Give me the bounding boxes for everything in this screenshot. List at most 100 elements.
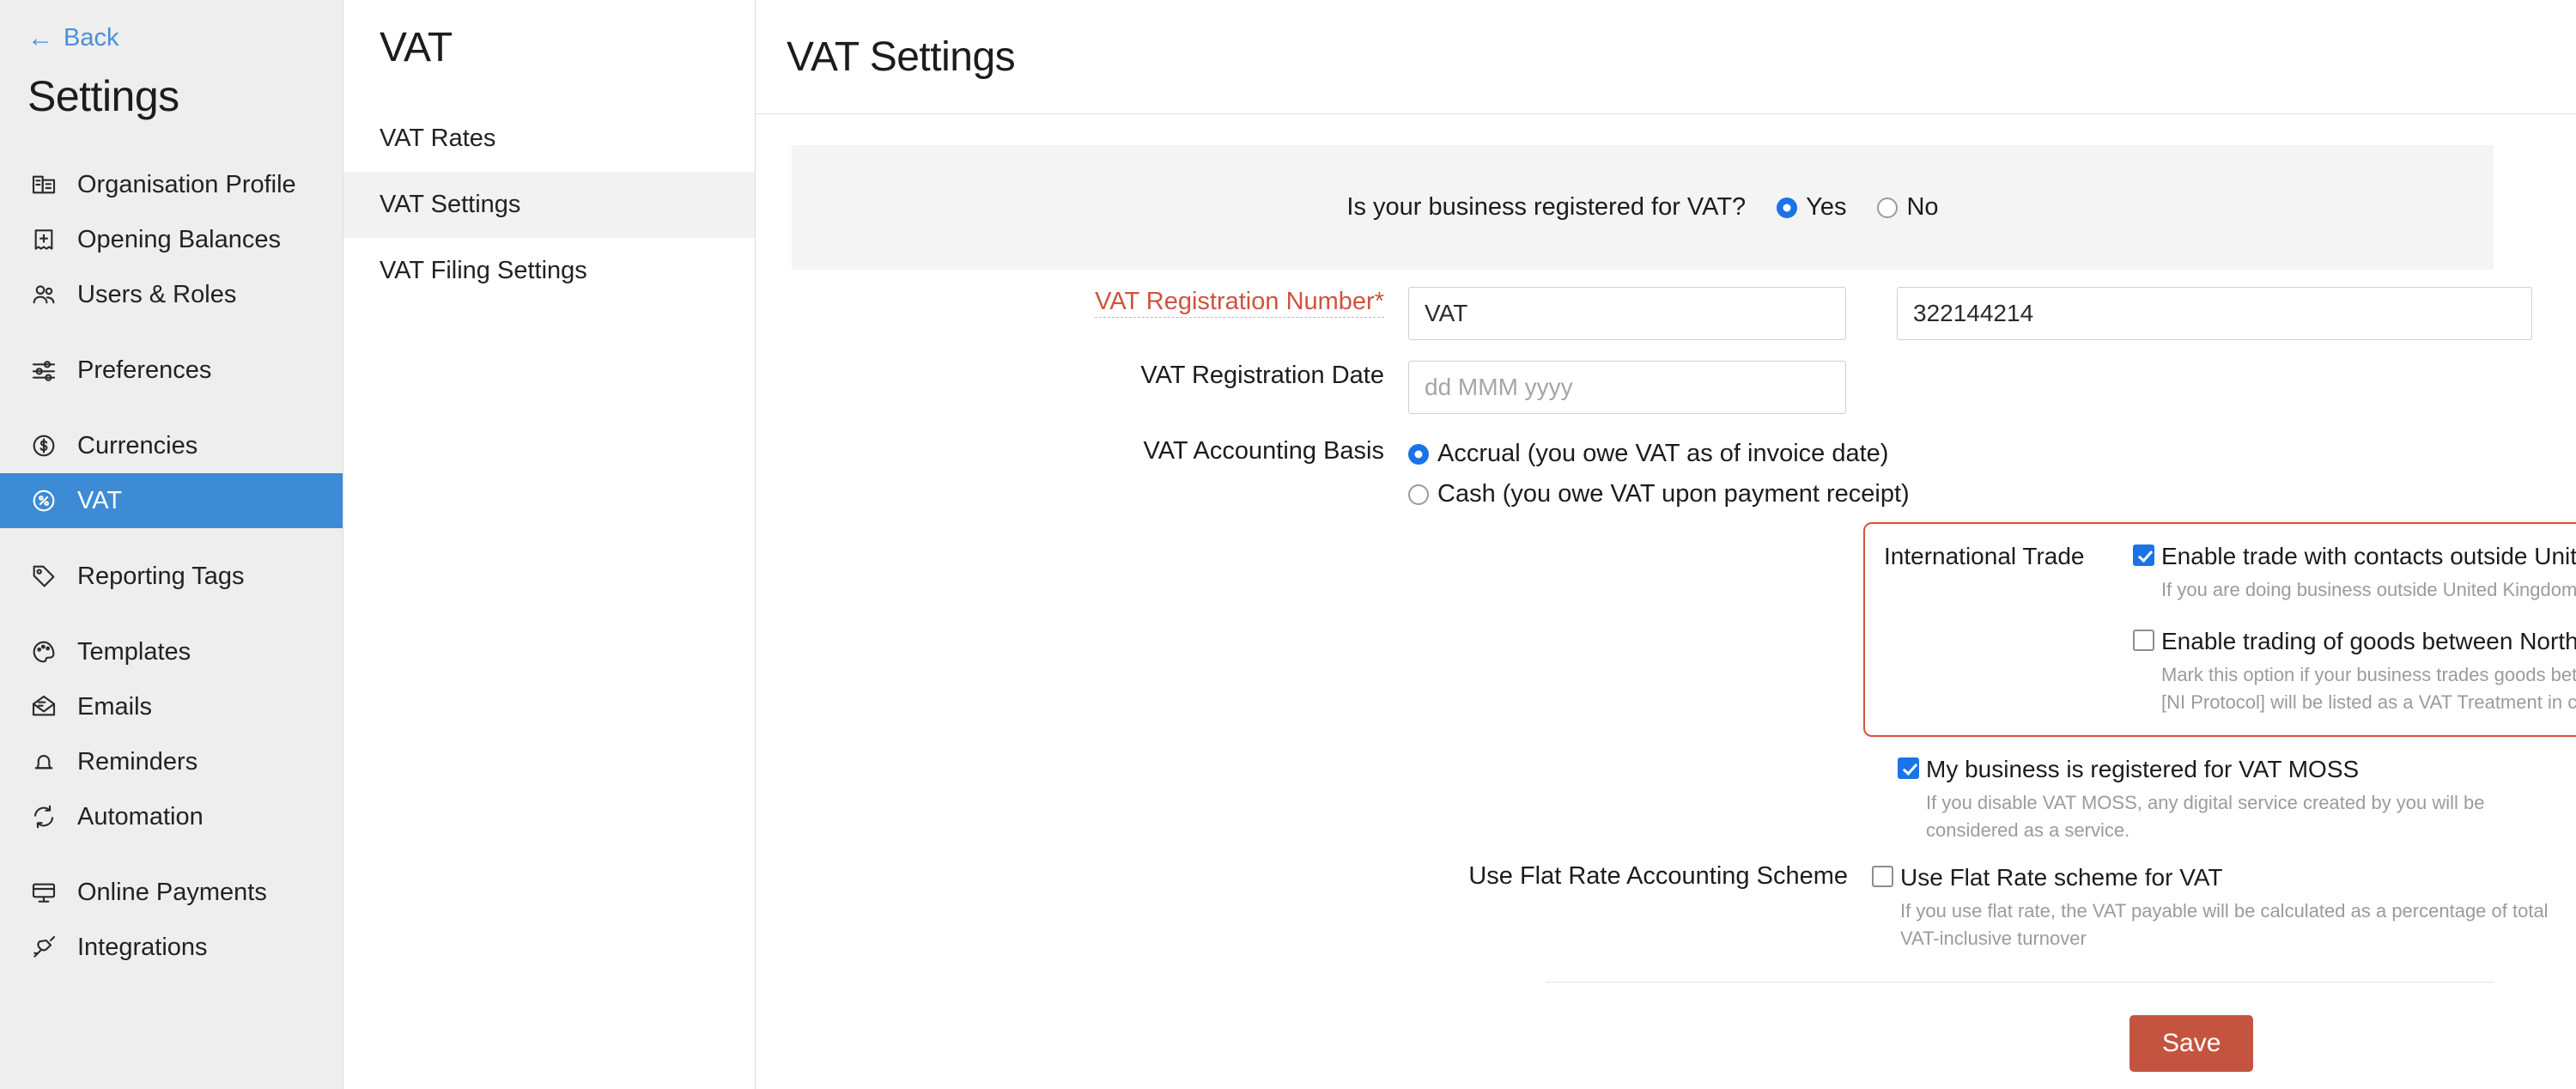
sidebar-item-label: Organisation Profile	[77, 170, 296, 198]
sidebar-item-preferences[interactable]: Preferences	[0, 343, 343, 398]
enable-trade-outside-uk-checkbox[interactable]	[2133, 544, 2154, 566]
vat-moss-block: My business is registered for VAT MOSS I…	[1898, 754, 2576, 844]
building-icon	[29, 170, 58, 199]
nav-group-3: Currencies VAT	[0, 418, 343, 549]
sidebar-item-opening-balances[interactable]: Opening Balances	[0, 212, 343, 267]
vat-registered-yes-option[interactable]: Yes	[1777, 193, 1846, 222]
nav-group-4: Reporting Tags	[0, 549, 343, 624]
vat-moss-checkbox[interactable]	[1898, 757, 1919, 779]
flat-rate-help: If you use flat rate, the VAT payable wi…	[1900, 900, 2549, 950]
sidebar-item-label: Reporting Tags	[77, 562, 245, 590]
back-label: Back	[64, 24, 119, 52]
enable-trade-outside-uk-label: Enable trade with contacts outside Unite…	[2161, 543, 2576, 569]
submenu-list: VAT Rates VAT Settings VAT Filing Settin…	[343, 106, 755, 304]
vat-registration-number-input[interactable]	[1897, 287, 2532, 340]
enable-ni-protocol-help: Mark this option if your business trades…	[2161, 663, 2576, 713]
accounting-basis-accrual-radio[interactable]	[1408, 443, 1429, 465]
sidebar-item-emails[interactable]: Emails	[0, 679, 343, 734]
plug-icon	[29, 933, 58, 962]
sidebar-item-reporting-tags[interactable]: Reporting Tags	[0, 549, 343, 604]
nav-group-6: Online Payments Integrations	[0, 865, 343, 995]
accounting-basis-accrual-option[interactable]: Accrual (you owe VAT as of invoice date)	[1408, 440, 1910, 468]
vat-registration-date-row: VAT Registration Date	[756, 361, 2576, 414]
vat-registered-no-option[interactable]: No	[1877, 193, 1939, 222]
accounting-basis-cash-option[interactable]: Cash (you owe VAT upon payment receipt)	[1408, 480, 1910, 508]
vat-registered-no-radio[interactable]	[1877, 197, 1899, 218]
sidebar-item-reminders[interactable]: Reminders	[0, 734, 343, 789]
sidebar-item-label: Preferences	[77, 356, 212, 384]
enable-trade-outside-uk-block: Enable trade with contacts outside Unite…	[2133, 541, 2576, 604]
sidebar-item-label: Opening Balances	[77, 225, 281, 253]
sliders-icon	[29, 356, 58, 385]
save-button[interactable]: Save	[2129, 1015, 2254, 1073]
flat-rate-option[interactable]: Use Flat Rate scheme for VAT	[1872, 862, 2576, 892]
back-link[interactable]: ← Back	[0, 0, 343, 52]
receipt-icon	[29, 225, 58, 254]
vat-registered-no-label: No	[1906, 193, 1939, 221]
sidebar-item-automation[interactable]: Automation	[0, 789, 343, 844]
submenu-item-vat-settings[interactable]: VAT Settings	[343, 172, 755, 238]
enable-ni-protocol-block: Enable trading of goods between Northern…	[2133, 626, 2576, 716]
sidebar-item-organisation-profile[interactable]: Organisation Profile	[0, 157, 343, 212]
sidebar-item-integrations[interactable]: Integrations	[0, 920, 343, 975]
sidebar-item-label: VAT	[77, 486, 123, 514]
vat-settings-form: Is your business registered for VAT? Yes…	[756, 114, 2576, 1073]
bell-icon	[29, 747, 58, 776]
form-fields: VAT Registration Number* VAT Registratio…	[756, 270, 2576, 1073]
sidebar-item-online-payments[interactable]: Online Payments	[0, 865, 343, 920]
vat-moss-option[interactable]: My business is registered for VAT MOSS	[1898, 754, 2576, 784]
monitor-card-icon	[29, 878, 58, 907]
nav-group-1: Organisation Profile Opening Balances Us…	[0, 157, 343, 343]
sidebar-nav: Organisation Profile Opening Balances Us…	[0, 157, 343, 995]
flat-rate-section-label: Use Flat Rate Accounting Scheme	[1468, 862, 1848, 891]
vat-registered-yes-radio[interactable]	[1777, 197, 1798, 218]
percent-circle-icon	[29, 486, 58, 515]
back-arrow-icon: ←	[27, 23, 53, 52]
sidebar-item-vat[interactable]: VAT	[0, 473, 343, 528]
vat-registration-date-input[interactable]	[1408, 361, 1846, 414]
flat-rate-row: Use Flat Rate Accounting Scheme Use Flat…	[756, 862, 2576, 952]
save-button-wrap: Save	[756, 983, 2576, 1073]
sidebar-title: Settings	[27, 72, 179, 120]
enable-trade-outside-uk-help: If you are doing business outside United…	[2161, 579, 2576, 600]
vat-moss-help: If you disable VAT MOSS, any digital ser…	[1926, 791, 2485, 841]
submenu-item-vat-rates[interactable]: VAT Rates	[343, 106, 755, 172]
currency-dollar-icon	[29, 431, 58, 460]
submenu-item-vat-filing-settings[interactable]: VAT Filing Settings	[343, 238, 755, 304]
sidebar-item-templates[interactable]: Templates	[0, 624, 343, 679]
sidebar-item-label: Emails	[77, 692, 153, 721]
vat-registration-prefix-input[interactable]	[1408, 287, 1846, 340]
sidebar-item-label: Reminders	[77, 747, 198, 776]
vat-accounting-basis-options: Accrual (you owe VAT as of invoice date)…	[1408, 436, 1910, 508]
sidebar-item-users-roles[interactable]: Users & Roles	[0, 267, 343, 322]
vat-registered-banner: Is your business registered for VAT? Yes…	[792, 145, 2494, 270]
sidebar-item-label: Automation	[77, 802, 204, 830]
nav-group-2: Preferences	[0, 343, 343, 418]
enable-ni-protocol-label: Enable trading of goods between Northern…	[2161, 627, 2576, 654]
enable-trade-outside-uk-option[interactable]: Enable trade with contacts outside Unite…	[2133, 541, 2576, 571]
vat-moss-label: My business is registered for VAT MOSS	[1926, 755, 2360, 782]
accounting-basis-cash-radio[interactable]	[1408, 484, 1429, 505]
vat-registration-number-label-wrap: VAT Registration Number*	[756, 287, 1408, 318]
vat-registered-question: Is your business registered for VAT?	[1346, 193, 1747, 221]
main-header: VAT Settings	[756, 0, 2576, 114]
vat-accounting-basis-row: VAT Accounting Basis Accrual (you owe VA…	[756, 436, 2576, 508]
sidebar-item-label: Online Payments	[77, 878, 267, 906]
sidebar-item-label: Users & Roles	[77, 280, 237, 308]
sidebar-item-label: Currencies	[77, 431, 198, 459]
enable-ni-protocol-option[interactable]: Enable trading of goods between Northern…	[2133, 626, 2576, 656]
palette-icon	[29, 637, 58, 666]
sidebar-item-currencies[interactable]: Currencies	[0, 418, 343, 473]
flat-rate-checkbox[interactable]	[1872, 866, 1893, 888]
refresh-icon	[29, 802, 58, 831]
sidebar-item-label: Templates	[77, 637, 191, 666]
enable-ni-protocol-checkbox[interactable]	[2133, 629, 2154, 651]
vat-registration-number-label: VAT Registration Number*	[1095, 287, 1384, 318]
users-icon	[29, 280, 58, 309]
settings-sidebar: ← Back Settings Organisation Profile Ope…	[0, 0, 343, 1089]
vat-moss-row: My business is registered for VAT MOSS I…	[756, 754, 2576, 844]
envelope-icon	[29, 692, 58, 721]
vat-moss-spacer	[756, 754, 1898, 844]
vat-registration-number-row: VAT Registration Number*	[756, 287, 2576, 340]
page-title: VAT Settings	[787, 33, 1016, 80]
